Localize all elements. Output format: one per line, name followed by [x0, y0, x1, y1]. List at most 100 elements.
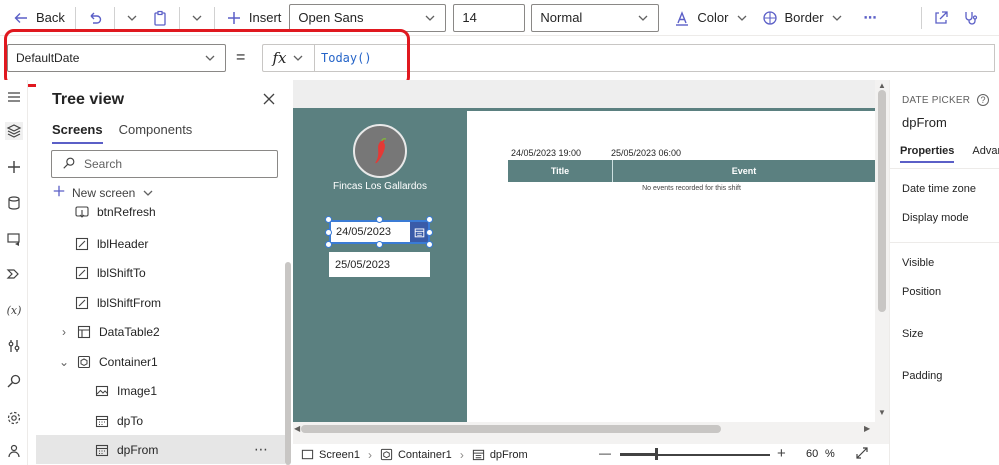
virtual-agent-icon[interactable] [5, 442, 23, 460]
chevron-down-icon[interactable]: ⌄ [58, 355, 70, 369]
zoom-unit: % [825, 448, 835, 460]
fit-to-window-icon[interactable] [855, 446, 869, 460]
new-screen-button[interactable]: New screen [52, 184, 155, 201]
events-data-table[interactable]: Title Event No events recorded for this … [508, 160, 875, 192]
zoom-in-button[interactable]: + [777, 445, 786, 462]
property-size[interactable]: Size [902, 328, 923, 340]
variables-icon[interactable]: (x) [5, 301, 23, 319]
paste-button[interactable] [145, 4, 175, 32]
tree-item-label: lblShiftTo [97, 265, 146, 280]
resize-handle[interactable] [426, 229, 433, 236]
search-input[interactable]: Search [51, 150, 278, 178]
search-icon[interactable] [5, 372, 23, 390]
tree-item-lblheader[interactable]: lblHeader [36, 229, 286, 258]
zoom-out-button[interactable]: — [599, 446, 611, 460]
tree-item-label: dpFrom [117, 442, 159, 457]
tab-components[interactable]: Components [119, 122, 193, 144]
more-options-button[interactable]: ⋯ [254, 441, 269, 458]
settings-gear-icon[interactable] [5, 409, 23, 427]
calendar-icon [472, 449, 484, 461]
scroll-left-arrow-icon[interactable]: ◀ [294, 424, 300, 433]
border-button[interactable]: Border [755, 4, 850, 32]
calendar-icon [94, 442, 110, 458]
formula-input[interactable]: Today() [314, 44, 995, 72]
tree-view-pane: Tree view Screens Components Search New … [36, 80, 293, 465]
tree-item-dpfrom[interactable]: dpFrom ⋯ [36, 435, 285, 464]
resize-handle[interactable] [325, 229, 332, 236]
tab-properties[interactable]: Properties [900, 145, 955, 163]
tree-item-container1[interactable]: ⌄ Container1 [36, 347, 286, 376]
share-button[interactable] [926, 4, 956, 32]
tree-item-lblshiftto[interactable]: lblShiftTo [36, 258, 286, 287]
property-dropdown[interactable]: DefaultDate [7, 44, 226, 72]
shift-from-label[interactable]: 24/05/2023 19:00 [511, 148, 581, 158]
tree-item-lblshiftfrom[interactable]: lblShiftFrom [36, 288, 286, 317]
resize-handle[interactable] [376, 241, 383, 248]
chevron-down-icon [291, 51, 305, 65]
tab-advanced[interactable]: Advan [972, 145, 999, 163]
hamburger-menu-icon[interactable] [5, 88, 23, 106]
resize-handle[interactable] [426, 241, 433, 248]
button-icon [74, 204, 90, 220]
back-button[interactable]: Back [6, 4, 71, 32]
scroll-down-arrow-icon[interactable]: ▼ [878, 408, 886, 417]
data-cylinder-icon[interactable] [5, 194, 23, 212]
tab-screens[interactable]: Screens [52, 122, 103, 144]
undo-menu-button[interactable] [119, 4, 145, 32]
font-weight-dropdown[interactable]: Normal [531, 3, 660, 32]
insert-button[interactable]: Insert [219, 4, 288, 32]
scroll-right-arrow-icon[interactable]: ▶ [864, 424, 870, 433]
resize-handle[interactable] [426, 216, 433, 223]
property-value: DefaultDate [16, 51, 80, 65]
advanced-tools-icon[interactable] [5, 337, 23, 355]
date-picker-to[interactable]: 25/05/2023 [329, 252, 430, 277]
property-position[interactable]: Position [902, 286, 941, 298]
close-icon[interactable] [262, 92, 276, 106]
table-header: Title Event [508, 160, 875, 182]
app-checker-button[interactable] [956, 4, 986, 32]
vertical-scrollbar[interactable]: ▲ ▼ [875, 80, 889, 422]
paste-menu-button[interactable] [184, 4, 210, 32]
property-date-time-zone[interactable]: Date time zone [902, 183, 976, 195]
help-icon[interactable]: ? [977, 94, 990, 106]
resize-handle[interactable] [325, 241, 332, 248]
font-family-dropdown[interactable]: Open Sans [289, 3, 447, 32]
resize-handle[interactable] [325, 216, 332, 223]
color-button[interactable]: Color [667, 4, 754, 32]
more-commands-button[interactable]: ⋯ [858, 4, 883, 32]
scroll-up-arrow-icon[interactable]: ▲ [878, 81, 886, 90]
chevron-right-icon[interactable]: › [58, 325, 70, 339]
media-icon[interactable] [5, 230, 23, 248]
zoom-slider-thumb[interactable] [655, 448, 658, 460]
horizontal-scrollbar[interactable]: ◀ ▶ [293, 422, 889, 436]
tree-scrollbar[interactable] [285, 262, 291, 465]
chili-logo-image[interactable] [353, 124, 407, 178]
insert-plus-icon[interactable] [5, 158, 23, 176]
property-display-mode[interactable]: Display mode [902, 212, 969, 224]
breadcrumb-dpfrom[interactable]: dpFrom [464, 448, 536, 461]
vertical-scroll-thumb[interactable] [878, 90, 886, 312]
font-size-input[interactable]: 14 [453, 3, 526, 32]
tree-item-dpto[interactable]: dpTo [36, 406, 286, 435]
toolbar-divider [74, 6, 76, 29]
breadcrumb-container1[interactable]: Container1 [372, 448, 460, 461]
resize-handle[interactable] [376, 216, 383, 223]
property-padding[interactable]: Padding [902, 370, 942, 382]
power-automate-icon[interactable] [5, 265, 23, 283]
chevron-down-icon [735, 11, 749, 25]
tree-view-layers-icon[interactable] [5, 122, 23, 140]
tree-item-btnrefresh[interactable]: btnRefresh [36, 202, 286, 222]
tree-item-label: lblShiftFrom [97, 295, 162, 310]
property-visible[interactable]: Visible [902, 257, 934, 269]
horizontal-scroll-thumb[interactable] [301, 425, 721, 433]
breadcrumb-screen1[interactable]: Screen1 [293, 448, 368, 461]
sidebar-container[interactable]: Fincas Los Gallardos 24/05/2023 25/05/20… [293, 111, 467, 422]
tree-item-image1[interactable]: Image1 [36, 376, 286, 405]
tree-item-datatable2[interactable]: › DataTable2 [36, 317, 286, 346]
undo-button[interactable] [80, 4, 110, 32]
font-family-value: Open Sans [298, 10, 364, 25]
function-button[interactable]: fx [262, 44, 314, 72]
divider [890, 242, 999, 243]
screen-canvas[interactable]: Fincas Los Gallardos 24/05/2023 25/05/20… [293, 108, 875, 422]
shift-to-label[interactable]: 25/05/2023 06:00 [611, 148, 681, 158]
